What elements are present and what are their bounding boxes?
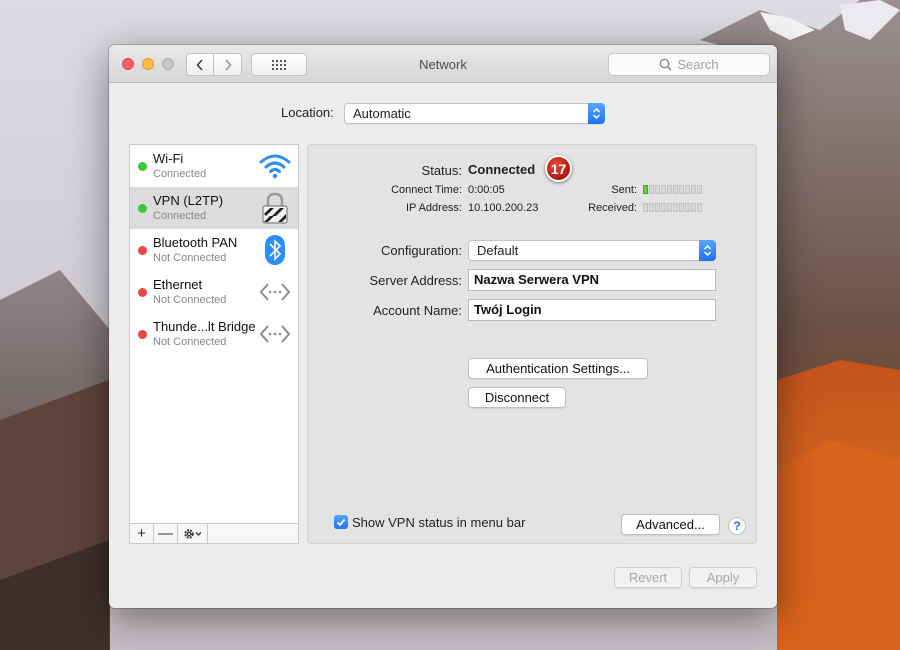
meter-segment bbox=[649, 185, 654, 194]
notification-badge: 17 bbox=[545, 155, 572, 182]
status-dot bbox=[138, 246, 147, 255]
meter-segment bbox=[685, 185, 690, 194]
service-item-thunderbolt-bridge[interactable]: Thunde...lt Bridge Not Connected bbox=[130, 313, 298, 355]
location-value: Automatic bbox=[353, 106, 411, 121]
meter-segment bbox=[661, 203, 666, 212]
meter-segment bbox=[667, 185, 672, 194]
search-placeholder: Search bbox=[677, 57, 719, 72]
help-button[interactable]: ? bbox=[728, 517, 746, 535]
wifi-icon bbox=[258, 150, 292, 182]
thunderbolt-bridge-icon bbox=[258, 318, 292, 350]
titlebar: Network Search bbox=[109, 45, 777, 83]
network-preferences-window: Network Search Location: Automatic Wi-Fi… bbox=[109, 45, 777, 608]
service-name: Ethernet bbox=[153, 277, 203, 292]
add-service-button[interactable]: + bbox=[130, 524, 154, 543]
search-icon bbox=[659, 58, 672, 71]
service-status: Connected bbox=[153, 168, 207, 180]
connect-time-value: 0:00:05 bbox=[468, 184, 505, 196]
service-status: Not Connected bbox=[153, 336, 227, 348]
connect-time-label: Connect Time: bbox=[391, 184, 462, 196]
status-value: Connected bbox=[468, 162, 536, 177]
service-name: Thunde...lt Bridge bbox=[153, 319, 256, 334]
sent-label: Sent: bbox=[611, 184, 637, 196]
ip-address-value: 10.100.200.23 bbox=[468, 202, 539, 214]
status-dot bbox=[138, 204, 147, 213]
meter-segment bbox=[643, 203, 648, 212]
service-status: Not Connected bbox=[153, 294, 227, 306]
select-arrows-icon bbox=[588, 103, 605, 124]
sent-meter bbox=[643, 185, 702, 194]
service-list: Wi-Fi Connected VPN (L2TP) Connected Blu… bbox=[129, 144, 299, 544]
service-name: Wi-Fi bbox=[153, 151, 184, 166]
service-name: Bluetooth PAN bbox=[153, 235, 238, 250]
meter-segment bbox=[655, 203, 660, 212]
meter-segment bbox=[661, 185, 666, 194]
meter-segment bbox=[679, 185, 684, 194]
configuration-label: Configuration: bbox=[381, 243, 462, 258]
bluetooth-icon bbox=[258, 234, 292, 266]
revert-button[interactable]: Revert bbox=[614, 567, 682, 588]
search-field[interactable]: Search bbox=[608, 53, 770, 76]
show-vpn-status-label: Show VPN status in menu bar bbox=[352, 515, 526, 530]
meter-segment bbox=[649, 203, 654, 212]
service-item-ethernet[interactable]: Ethernet Not Connected bbox=[130, 271, 298, 313]
meter-segment bbox=[673, 185, 678, 194]
service-item-vpn[interactable]: VPN (L2TP) Connected bbox=[130, 187, 298, 229]
meter-segment bbox=[643, 185, 648, 194]
received-meter bbox=[643, 203, 702, 212]
meter-segment bbox=[667, 203, 672, 212]
service-status: Not Connected bbox=[153, 252, 227, 264]
status-dot bbox=[138, 162, 147, 171]
meter-segment bbox=[673, 203, 678, 212]
configuration-value: Default bbox=[477, 243, 519, 258]
meter-segment bbox=[685, 203, 690, 212]
status-dot bbox=[138, 288, 147, 297]
service-list-toolbar: + — bbox=[130, 523, 298, 543]
server-address-field[interactable]: Nazwa Serwera VPN bbox=[468, 269, 716, 291]
service-status: Connected bbox=[153, 210, 207, 222]
advanced-button[interactable]: Advanced... bbox=[621, 514, 720, 535]
checkmark-icon bbox=[336, 518, 346, 526]
select-arrows-icon bbox=[699, 240, 716, 261]
configuration-select[interactable]: Default bbox=[468, 240, 716, 261]
disconnect-button[interactable]: Disconnect bbox=[468, 387, 566, 408]
action-menu-button[interactable] bbox=[178, 524, 208, 543]
meter-segment bbox=[691, 185, 696, 194]
show-vpn-status-checkbox[interactable] bbox=[334, 515, 348, 529]
meter-segment bbox=[655, 185, 660, 194]
remove-service-button[interactable]: — bbox=[154, 524, 178, 543]
authentication-settings-button[interactable]: Authentication Settings... bbox=[468, 358, 648, 379]
ip-address-label: IP Address: bbox=[405, 202, 462, 214]
location-select[interactable]: Automatic bbox=[344, 103, 605, 124]
location-label: Location: bbox=[281, 105, 334, 120]
status-dot bbox=[138, 330, 147, 339]
ethernet-icon bbox=[258, 276, 292, 308]
apply-button[interactable]: Apply bbox=[689, 567, 757, 588]
meter-segment bbox=[697, 203, 702, 212]
service-name: VPN (L2TP) bbox=[153, 193, 224, 208]
meter-segment bbox=[679, 203, 684, 212]
status-label: Status: bbox=[421, 163, 462, 178]
meter-segment bbox=[697, 185, 702, 194]
meter-segment bbox=[691, 203, 696, 212]
vpn-lock-icon bbox=[258, 192, 292, 224]
account-name-label: Account Name: bbox=[373, 303, 462, 318]
service-item-wifi[interactable]: Wi-Fi Connected bbox=[130, 145, 298, 187]
server-address-label: Server Address: bbox=[369, 273, 463, 288]
received-label: Received: bbox=[588, 202, 637, 214]
gear-icon bbox=[183, 528, 201, 539]
account-name-field[interactable]: Twój Login bbox=[468, 299, 716, 321]
service-item-bluetooth-pan[interactable]: Bluetooth PAN Not Connected bbox=[130, 229, 298, 271]
